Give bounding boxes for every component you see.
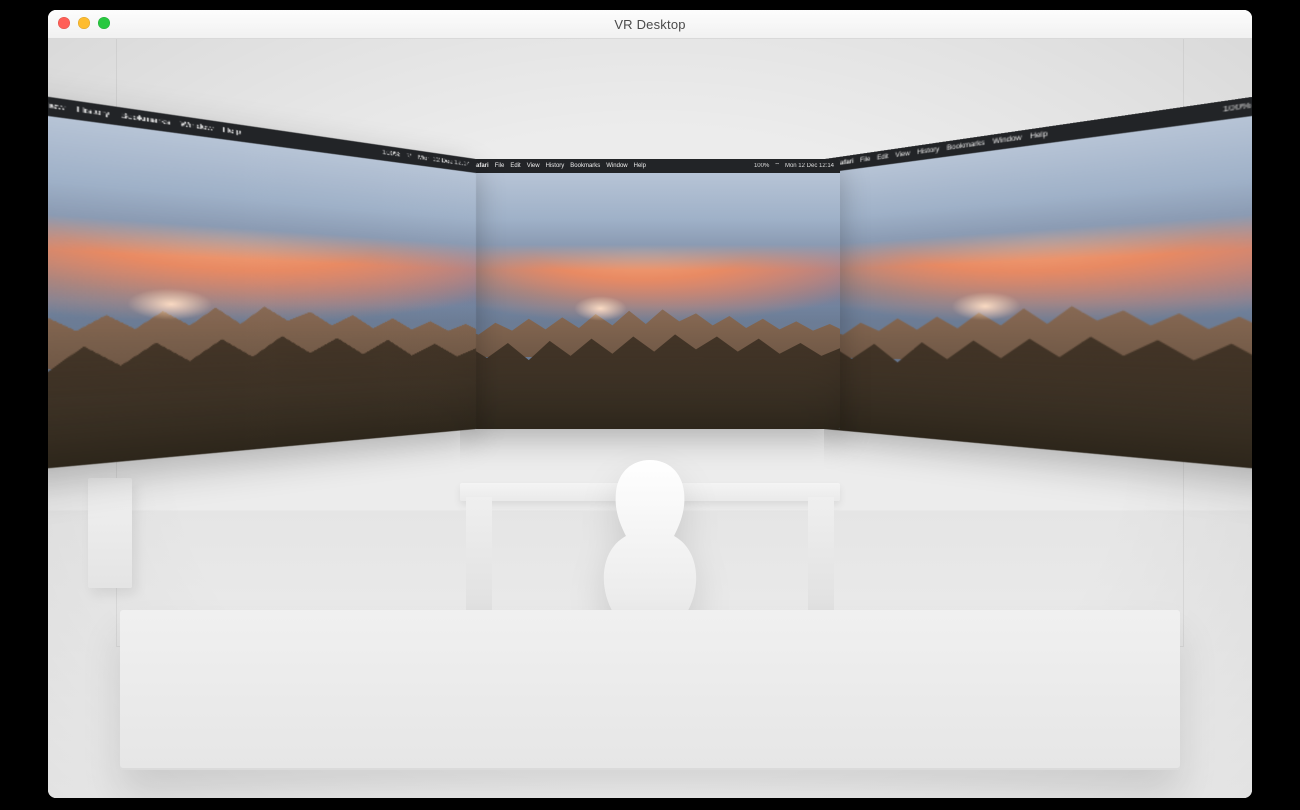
macos-desktop: Safari File Edit View History Bookmarks … xyxy=(48,75,476,481)
platform xyxy=(120,610,1180,770)
virtual-display-left[interactable]: Safari File Edit View History Bookmarks … xyxy=(48,75,476,481)
menubar-item[interactable]: File xyxy=(495,159,505,173)
dock-app-safari[interactable] xyxy=(597,406,611,420)
dock-app-sketch[interactable] xyxy=(631,406,645,420)
side-block xyxy=(88,478,132,588)
virtual-display-center[interactable]: Safari File Edit View History Bookmarks … xyxy=(460,159,840,429)
menubar-item[interactable]: Bookmarks xyxy=(570,159,600,173)
menubar-item[interactable]: View xyxy=(48,96,65,119)
dock-app-chrome[interactable] xyxy=(580,406,594,420)
close-button[interactable] xyxy=(58,17,70,29)
menubar-item[interactable]: Window xyxy=(606,159,627,173)
titlebar[interactable]: VR Desktop xyxy=(48,10,1252,39)
menubar-item[interactable]: Edit xyxy=(510,159,520,173)
dock[interactable] xyxy=(557,401,744,425)
menubar[interactable]: Safari File Edit View History Bookmarks … xyxy=(460,159,840,173)
dock-app-documents[interactable] xyxy=(707,406,721,420)
dock-separator xyxy=(684,406,685,420)
dock-app-finder[interactable] xyxy=(563,406,577,420)
macos-desktop: Safari File Edit View History Bookmarks … xyxy=(824,75,1252,481)
virtual-displays: Safari File Edit View History Bookmarks … xyxy=(120,159,1180,459)
menubar-status: 100% ⌔ Mon 12 Dec 12:14 xyxy=(754,159,834,173)
menubar-status: 100% ⌔ Mon 12 Dec 12:14 xyxy=(1223,77,1252,119)
zoom-button[interactable] xyxy=(98,17,110,29)
wifi-icon[interactable]: ⌔ xyxy=(406,149,412,165)
menubar-item[interactable]: View xyxy=(527,159,540,173)
dock-app-trash[interactable] xyxy=(724,406,738,420)
traffic-lights xyxy=(58,17,110,29)
dock-app-photoshop[interactable] xyxy=(648,406,662,420)
menubar-item[interactable]: Help xyxy=(634,159,646,173)
menubar-item[interactable]: File xyxy=(860,152,870,168)
vr-viewport[interactable]: Safari File Edit View History Bookmarks … xyxy=(48,39,1252,798)
vr-room: Safari File Edit View History Bookmarks … xyxy=(48,39,1252,798)
dock-app-downloads[interactable] xyxy=(690,406,704,420)
macos-desktop: Safari File Edit View History Bookmarks … xyxy=(460,159,840,429)
dock-app-google-drive[interactable] xyxy=(665,406,679,420)
wallpaper[interactable] xyxy=(460,173,840,429)
dock-app-mail[interactable] xyxy=(614,406,628,420)
battery-icon[interactable]: 100% xyxy=(754,159,769,173)
menubar-item[interactable]: History xyxy=(546,159,565,173)
virtual-display-right[interactable]: Safari File Edit View History Bookmarks … xyxy=(824,75,1252,481)
menubar-item[interactable]: Edit xyxy=(877,150,888,166)
wifi-icon[interactable]: ⌔ xyxy=(774,159,780,173)
app-window: VR Desktop Safari File Edit View xyxy=(48,10,1252,798)
window-title: VR Desktop xyxy=(48,17,1252,32)
minimize-button[interactable] xyxy=(78,17,90,29)
